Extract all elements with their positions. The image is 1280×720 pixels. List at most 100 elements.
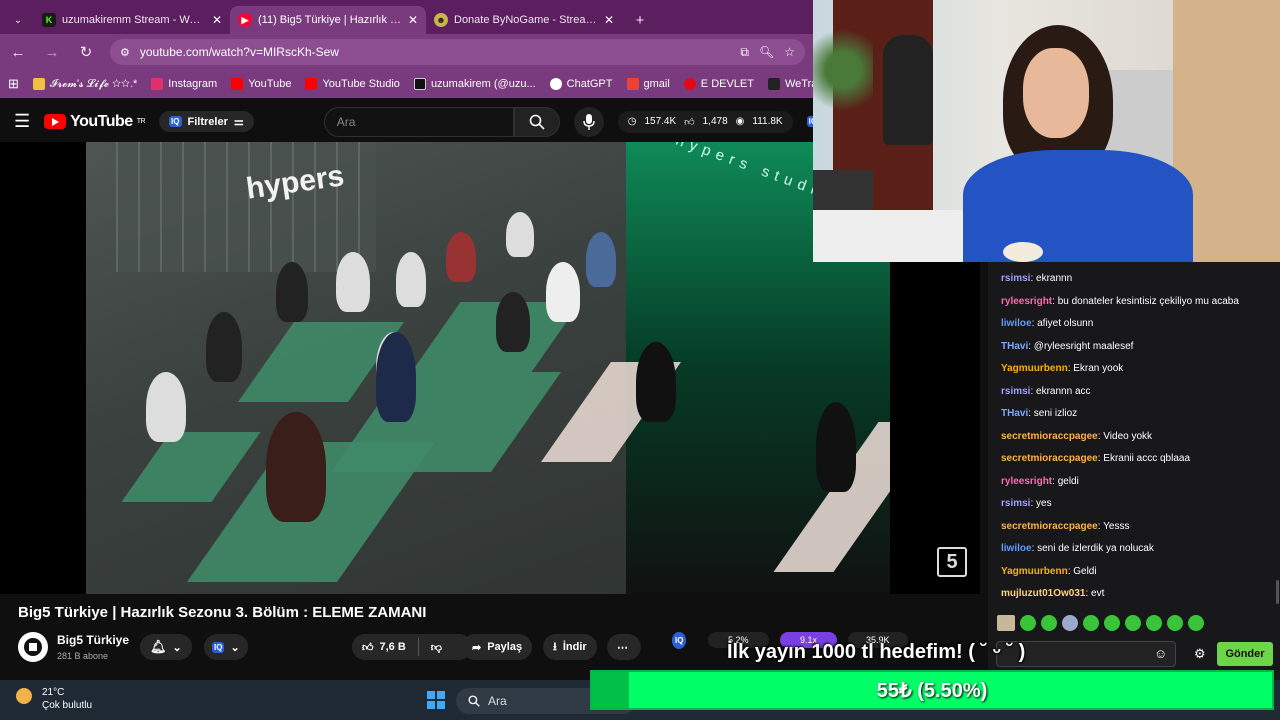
emoji-picker-icon[interactable]: ☺ [1154, 646, 1167, 661]
subscriber-count: 281 B abone [57, 651, 109, 661]
more-actions-button[interactable]: ⋯ [607, 634, 641, 660]
chat-username[interactable]: secretmioraccpagee [1001, 431, 1098, 442]
tab-label: (11) Big5 Türkiye | Hazırlık Sezo [258, 14, 402, 26]
chat-message: Yagmuurbenn: Geldi [1001, 566, 1097, 577]
tab-donate[interactable]: ☻ Donate ByNoGame - Streamer ✕ [426, 6, 622, 34]
emote-icon[interactable] [1146, 615, 1162, 631]
chat-username[interactable]: liwiloe [1001, 318, 1032, 329]
eye-icon: ◉ [735, 116, 745, 127]
chat-username[interactable]: mujluzut01Ow031 [1001, 588, 1085, 599]
forward-icon[interactable]: → [42, 44, 62, 61]
taskbar-search-label: Ara [488, 694, 507, 708]
chat-username[interactable]: secretmioraccpagee [1001, 453, 1098, 464]
person [336, 252, 370, 312]
cup [1003, 242, 1043, 262]
person [376, 332, 416, 422]
emote-icon[interactable] [997, 615, 1015, 631]
like-button[interactable]: 👍︎ 7,6 B 👎︎ [352, 634, 472, 660]
chat-username[interactable]: ryleesright [1001, 296, 1052, 307]
chat-message: liwiloe: afiyet olsunn [1001, 318, 1094, 329]
tab-label: Donate ByNoGame - Streamer [454, 14, 598, 26]
bookmark-star-icon[interactable]: ☆ [784, 45, 795, 59]
back-icon[interactable]: ← [8, 44, 28, 61]
bookmark-label: YouTube [248, 78, 292, 90]
bookmark-instagram[interactable]: Instagram [151, 78, 217, 90]
bookmarks-bar: ⊞ 𝓘𝓻𝓮𝓶'𝓼 𝓛𝓲𝓯𝓮 ☆☆.* Instagram YouTube You… [0, 70, 813, 98]
chat-username[interactable]: Yagmuurbenn [1001, 566, 1068, 577]
person [206, 312, 242, 382]
channel-avatar[interactable] [18, 632, 48, 662]
bookmark-youtube[interactable]: YouTube [231, 78, 291, 90]
thumbs-down-icon[interactable]: 👎︎ [431, 641, 442, 654]
reload-icon[interactable]: ↻ [76, 43, 96, 61]
youtube-logo[interactable]: YouTube TR [44, 113, 146, 131]
emote-icon[interactable] [1020, 615, 1036, 631]
chat-username[interactable]: rsimsi [1001, 498, 1030, 509]
bookmark-tiktok[interactable]: uzumakirem (@uzu... [413, 78, 536, 90]
chat-username[interactable]: secretmioraccpagee [1001, 521, 1098, 532]
new-tab-button[interactable]: + [630, 12, 650, 29]
iq-badge: IQ [169, 116, 182, 127]
voice-search-button[interactable] [573, 106, 604, 137]
zoom-icon[interactable]: 🔍︎ [759, 45, 774, 59]
bookmark-chatgpt[interactable]: ChatGPT [549, 78, 613, 90]
search-input[interactable]: Ara [323, 106, 514, 137]
notification-bell-button[interactable]: 🔔︎ ⌄ [140, 634, 192, 660]
tiktok-icon [413, 78, 426, 90]
address-bar: ← → ↻ ⚙ youtube.com/watch?v=MIRscKh-Sew … [0, 34, 813, 70]
close-tab-icon[interactable]: ✕ [408, 13, 418, 27]
chevron-down-icon: ⌄ [172, 641, 182, 654]
chat-text: seni de izlerdik ya nolucak [1037, 543, 1154, 554]
bookmark-wetransfer[interactable]: WeTransfer [767, 78, 813, 90]
apps-grid-icon[interactable]: ⊞ [8, 76, 19, 92]
tab-list-icon[interactable]: ⌄ [8, 15, 28, 26]
emote-icon[interactable] [1041, 615, 1057, 631]
url-field[interactable]: ⚙ youtube.com/watch?v=MIRscKh-Sew ⧉ 🔍︎ ☆ [110, 39, 805, 65]
chat-username[interactable]: THavi [1001, 341, 1028, 352]
chat-text: Ekran yook [1073, 363, 1124, 374]
chat-username[interactable]: THavi [1001, 408, 1028, 419]
chat-message: secretmioraccpagee: Video yokk [1001, 431, 1153, 442]
install-app-icon[interactable]: ⧉ [740, 45, 749, 60]
chat-settings-icon[interactable]: ⚙ [1194, 646, 1206, 662]
chat-text: bu donateler kesintisiz çekiliyo mu acab… [1057, 296, 1239, 307]
chat-username[interactable]: liwiloe [1001, 543, 1032, 554]
emote-icon[interactable] [1083, 615, 1099, 631]
tab-youtube[interactable]: ▶ (11) Big5 Türkiye | Hazırlık Sezo ✕ [230, 6, 426, 34]
emote-icon[interactable] [1125, 615, 1141, 631]
youtube-studio-icon [305, 78, 318, 90]
share-button[interactable]: ➦ Paylaş [462, 634, 533, 660]
chat-username[interactable]: Yagmuurbenn [1001, 363, 1068, 374]
channel-name[interactable]: Big5 Türkiye [57, 633, 129, 647]
chat-username[interactable]: rsimsi [1001, 273, 1030, 284]
bookmark-label: E DEVLET [700, 78, 754, 90]
site-info-icon[interactable]: ⚙ [120, 46, 130, 59]
emote-icon[interactable] [1062, 615, 1078, 631]
tab-kick[interactable]: K uzumakiremm Stream - Watch L ✕ [34, 6, 230, 34]
download-button[interactable]: ⭳ İndir [543, 634, 597, 660]
filters-label: Filtreler [187, 115, 228, 128]
menu-icon[interactable]: ☰ [14, 111, 30, 132]
bookmark-irems-life[interactable]: 𝓘𝓻𝓮𝓶'𝓼 𝓛𝓲𝓯𝓮 ☆☆.* [32, 78, 137, 91]
chat-username[interactable]: rsimsi [1001, 386, 1030, 397]
chat-message: secretmioraccpagee: Ekranii accc qblaaa [1001, 453, 1191, 464]
filters-button[interactable]: IQ Filtreler ⚌ [159, 111, 254, 132]
iq-button[interactable]: IQ ⌄ [204, 634, 248, 660]
close-tab-icon[interactable]: ✕ [604, 13, 614, 27]
emote-icon[interactable] [1188, 615, 1204, 631]
streamer-shirt [963, 150, 1193, 262]
send-button[interactable]: Gönder [1217, 642, 1273, 666]
emote-icon[interactable] [1104, 615, 1120, 631]
chat-scrollbar[interactable] [1276, 580, 1279, 604]
chat-username[interactable]: ryleesright [1001, 476, 1052, 487]
instagram-icon [151, 78, 164, 90]
windows-start-icon[interactable] [427, 691, 445, 709]
emote-icon[interactable] [1167, 615, 1183, 631]
bookmark-gmail[interactable]: gmail [626, 78, 670, 90]
weather-widget[interactable]: 21°C Çok bulutlu [42, 686, 92, 712]
bookmark-edevlet[interactable]: E DEVLET [683, 78, 754, 90]
bookmark-youtube-studio[interactable]: YouTube Studio [305, 78, 400, 90]
region-code: TR [136, 118, 146, 125]
search-button[interactable] [513, 106, 560, 137]
close-tab-icon[interactable]: ✕ [212, 13, 222, 27]
